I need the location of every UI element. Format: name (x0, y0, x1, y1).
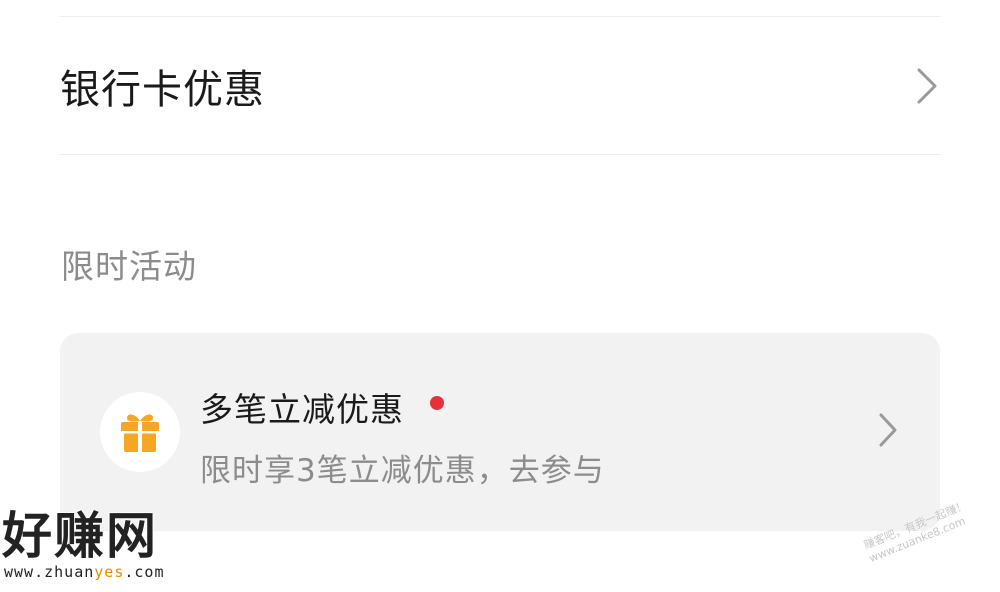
notification-dot (430, 396, 444, 410)
section-title-limited-activities: 限时活动 (61, 247, 197, 286)
watermark-url: www.zhuanyes.com (4, 563, 165, 581)
chevron-right-icon (878, 412, 898, 452)
chevron-right-icon (914, 66, 940, 106)
multi-payment-discount-card[interactable]: 多笔立减优惠 限时享3笔立减优惠，去参与 (60, 333, 940, 531)
divider-middle (60, 154, 940, 155)
gift-icon (121, 414, 159, 452)
watermark-logo: 好赚网 (2, 507, 158, 565)
promo-subtitle: 限时享3笔立减优惠，去参与 (200, 453, 605, 489)
promo-title: 多笔立减优惠 (200, 390, 404, 429)
bank-card-offers-label: 银行卡优惠 (60, 66, 265, 113)
bank-card-offers-row[interactable]: 银行卡优惠 (60, 17, 940, 154)
screen: 银行卡优惠 限时活动 多笔立减优惠 限时享3笔立减优惠，去参与 好赚网 www.… (0, 0, 1000, 592)
gift-icon-container (100, 392, 180, 472)
